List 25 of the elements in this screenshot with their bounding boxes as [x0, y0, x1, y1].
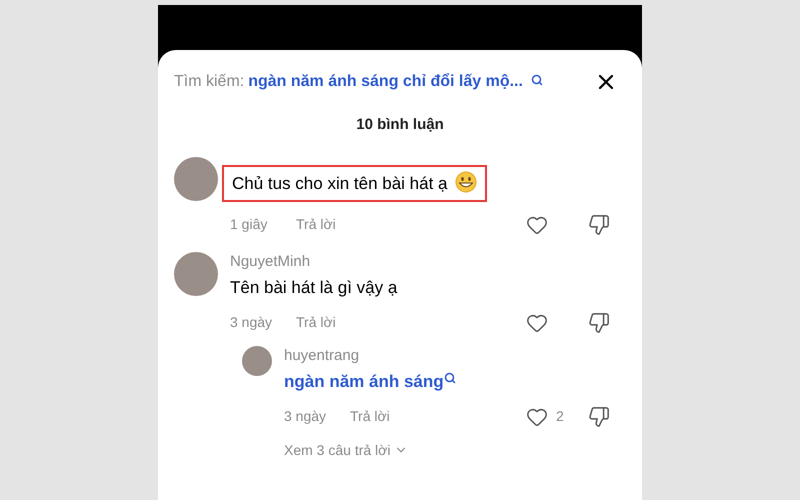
time-label: 1 giây — [230, 215, 268, 234]
dislike-icon[interactable] — [588, 214, 610, 236]
search-label: Tìm kiếm: — [174, 72, 244, 92]
time-label: 3 ngày — [230, 313, 274, 332]
comment-count: 10 bình luận — [356, 115, 444, 135]
view-replies-button[interactable]: Xem 3 câu trả lời — [284, 440, 408, 460]
dislike-icon[interactable] — [588, 406, 610, 428]
reply-button[interactable]: Trả lời — [296, 312, 336, 333]
avatar[interactable] — [242, 346, 272, 376]
username[interactable]: NguyetMinh — [230, 252, 626, 272]
search-icon[interactable] — [444, 372, 456, 384]
comment-text: Chủ tus cho xin tên bài hát ạ — [222, 164, 488, 202]
search-query[interactable]: ngàn năm ánh sáng chỉ đổi lấy mộ... — [248, 70, 523, 94]
like-count: 2 — [555, 407, 565, 426]
avatar[interactable] — [174, 252, 218, 296]
search-icon[interactable] — [530, 74, 543, 86]
dislike-icon[interactable] — [588, 312, 610, 334]
reply-button[interactable]: Trả lời — [350, 406, 390, 427]
username[interactable]: huyentrang — [284, 346, 626, 366]
comment-text: Tên bài hát là gì vậy ạ — [230, 276, 398, 298]
comment-text: ngàn năm ánh sáng — [284, 370, 456, 394]
time-label: 3 ngày — [284, 407, 328, 426]
reply-button[interactable]: Trả lời — [296, 214, 336, 235]
grinning-face-icon — [455, 170, 478, 192]
avatar[interactable] — [174, 156, 218, 200]
